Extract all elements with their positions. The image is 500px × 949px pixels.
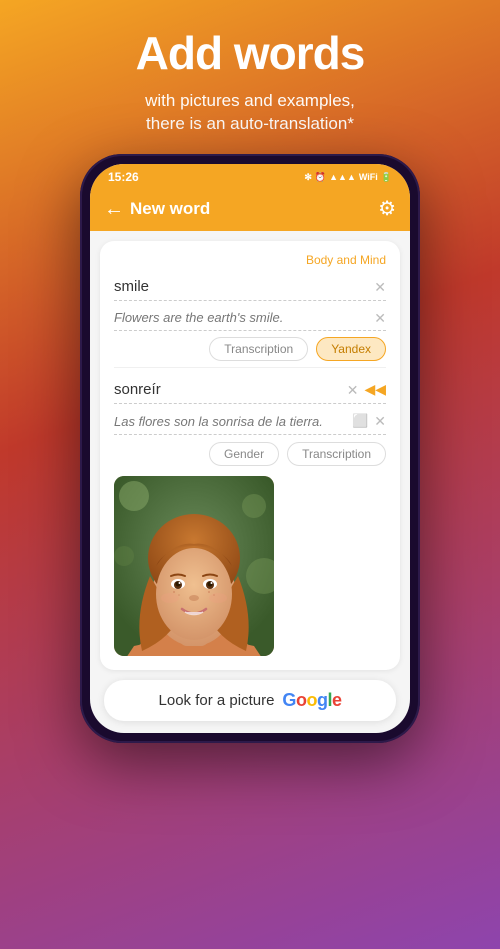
yandex-button[interactable]: Yandex <box>316 337 386 361</box>
wifi-icon: WiFi <box>359 172 378 182</box>
promo-section: Add words with pictures and examples,the… <box>0 0 500 154</box>
back-button[interactable]: ← <box>104 199 124 219</box>
phone-wrapper: 15:26 ✻ ⏰ ▲▲▲ WiFi 🔋 ← New word ⚙ <box>70 154 430 949</box>
google-search-bar[interactable]: Look for a picture Google <box>104 680 396 721</box>
example2-clear-icon[interactable]: ✕ <box>374 414 386 428</box>
word2-section: sonreír ✕ ◀◀ Las flores son la sonrisa d… <box>114 367 386 656</box>
translation-buttons: Transcription Yandex <box>114 337 386 361</box>
example2-row: Las flores son la sonrisa de la tierra. … <box>114 408 386 435</box>
battery-icon: 🔋 <box>381 172 392 183</box>
google-logo: Google <box>282 690 341 711</box>
example1-row: Flowers are the earth's smile. ✕ <box>114 305 386 331</box>
phone-screen: 15:26 ✻ ⏰ ▲▲▲ WiFi 🔋 ← New word ⚙ <box>90 164 410 733</box>
header-title: New word <box>130 199 210 219</box>
sound-icon[interactable]: ◀◀ <box>364 381 386 398</box>
status-icons: ✻ ⏰ ▲▲▲ WiFi 🔋 <box>304 172 392 183</box>
word1-text[interactable]: smile <box>114 278 368 295</box>
word2-text[interactable]: sonreír <box>114 381 341 398</box>
category-label[interactable]: Body and Mind <box>114 253 386 267</box>
transcription2-button[interactable]: Transcription <box>287 442 386 466</box>
look-for-picture-text: Look for a picture <box>159 692 275 709</box>
face-svg <box>114 476 274 656</box>
signal-icon: ▲▲▲ <box>329 172 356 182</box>
g-red2: e <box>332 690 342 710</box>
alarm-icon: ⏰ <box>315 172 326 183</box>
status-bar: 15:26 ✻ ⏰ ▲▲▲ WiFi 🔋 <box>90 164 410 188</box>
gender-button[interactable]: Gender <box>209 442 279 466</box>
word2-buttons: Gender Transcription <box>114 442 386 466</box>
example1-clear-icon[interactable]: ✕ <box>374 311 386 325</box>
bluetooth-icon: ✻ <box>304 172 312 183</box>
example1-text[interactable]: Flowers are the earth's smile. <box>114 310 368 325</box>
copy-icon[interactable]: ⬜ <box>352 413 368 429</box>
word-image[interactable] <box>114 476 274 656</box>
word2-clear-icon[interactable]: ✕ <box>347 383 359 397</box>
g-blue: G <box>282 690 296 710</box>
photo-placeholder <box>114 476 274 656</box>
phone-frame: 15:26 ✻ ⏰ ▲▲▲ WiFi 🔋 ← New word ⚙ <box>80 154 420 743</box>
transcription-button[interactable]: Transcription <box>209 337 308 361</box>
word2-row: sonreír ✕ ◀◀ <box>114 376 386 404</box>
main-card: Body and Mind smile ✕ Flowers are the ea… <box>100 241 400 670</box>
promo-title: Add words <box>30 28 470 79</box>
word1-clear-icon[interactable]: ✕ <box>374 280 386 294</box>
g-blue2: g <box>317 690 328 710</box>
app-header: ← New word ⚙ <box>90 188 410 231</box>
example2-text[interactable]: Las flores son la sonrisa de la tierra. <box>114 414 346 429</box>
g-yellow: o <box>306 690 317 710</box>
header-left: ← New word <box>104 199 210 219</box>
word1-row: smile ✕ <box>114 273 386 301</box>
settings-icon[interactable]: ⚙ <box>378 196 396 221</box>
promo-subtitle: with pictures and examples,there is an a… <box>30 89 470 137</box>
status-time: 15:26 <box>108 170 139 184</box>
g-red: o <box>296 690 307 710</box>
